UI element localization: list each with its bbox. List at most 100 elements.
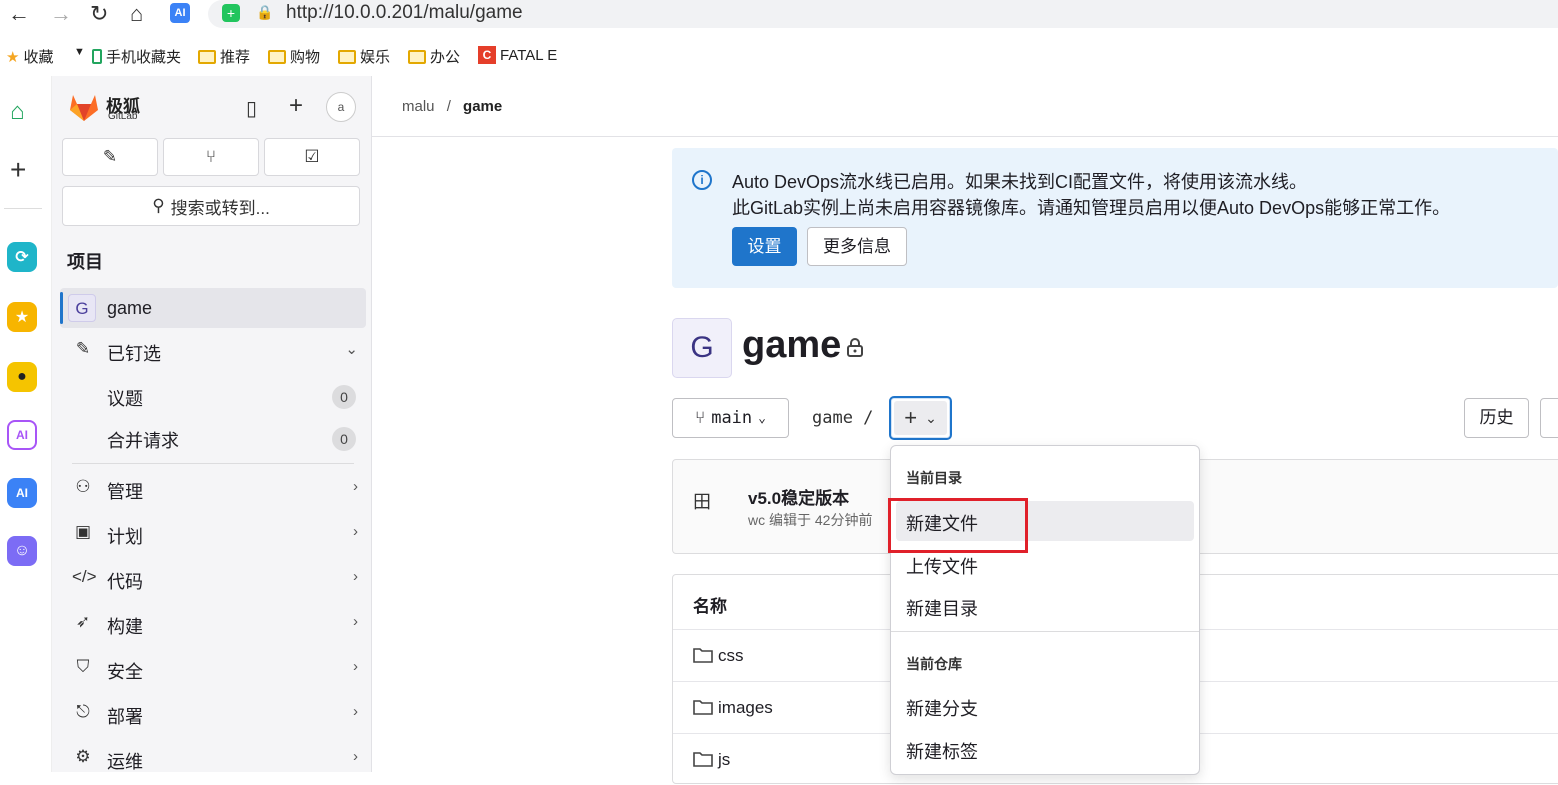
sidebar-item-label: 部署 [107, 707, 143, 727]
menu-item-new-directory[interactable]: 新建目录 [896, 586, 1194, 626]
todo-button[interactable]: ☑ [264, 138, 360, 176]
pin-icon: ✎ [75, 339, 91, 358]
sidebar-item-build[interactable]: ➶ 构建 › [60, 604, 366, 644]
find-file-button[interactable] [1540, 398, 1558, 438]
ai-assistant-icon[interactable]: AI [7, 478, 37, 508]
shield-icon: ⛉ [76, 657, 90, 676]
ai-extension-icon[interactable]: AI [170, 3, 190, 23]
gitlab-fox-logo[interactable] [68, 92, 100, 122]
menu-item-new-tag[interactable]: 新建标签 [896, 729, 1194, 769]
rocket-icon: ➶ [75, 612, 91, 631]
dropdown-divider [891, 631, 1199, 632]
home-icon[interactable]: ⌂ [130, 2, 143, 26]
sidebar-divider [72, 463, 354, 464]
user-avatar[interactable]: a [326, 92, 356, 122]
phone-icon [92, 49, 102, 64]
bookmark-recommend[interactable]: 推荐 [198, 46, 250, 67]
bookmark-mobile[interactable]: 手机收藏夹 [92, 46, 181, 67]
home-icon[interactable]: ⌂ [10, 98, 25, 126]
sidebar-item-label: 运维 [107, 752, 143, 772]
file-name[interactable]: images [718, 698, 773, 718]
rail-divider [4, 208, 42, 209]
bot-app-icon[interactable]: ☺ [7, 536, 37, 566]
project-avatar-large: G [672, 318, 732, 378]
sidebar-item-deploy[interactable]: ⎋ 部署 › [60, 694, 366, 734]
sidebar-item-label: 合并请求 [107, 431, 179, 451]
sidebar-item-issues[interactable]: 议题 0 [60, 376, 366, 416]
sidebar-item-pinned[interactable]: ✎ 已钉选 ⌄ [60, 331, 366, 371]
commit-title[interactable]: v5.0稳定版本 [748, 484, 849, 509]
chat-app-icon[interactable]: ● [7, 362, 37, 392]
chevron-down-icon: ⌄ [345, 341, 358, 358]
bookmark-entertainment[interactable]: 娱乐 [338, 46, 390, 67]
more-info-button[interactable]: 更多信息 [807, 227, 907, 266]
issues-icon: ✎ [102, 147, 118, 166]
sidebar-item-plan[interactable]: ▣ 计划 › [60, 514, 366, 554]
sidebar-item-label: 计划 [107, 527, 143, 547]
insecure-lock-icon[interactable]: 🔒 [256, 4, 273, 21]
add-to-tree-button[interactable]: + ⌄ [889, 396, 952, 440]
count-badge: 0 [332, 427, 356, 451]
project-name: game [107, 298, 153, 318]
star-icon: ★ [6, 48, 20, 66]
breadcrumb-parent[interactable]: malu [402, 98, 435, 115]
url-text[interactable]: http://10.0.0.201/malu/game [286, 2, 523, 24]
forward-icon[interactable]: → [50, 2, 72, 26]
sidebar-toggle-icon[interactable]: ▯ [246, 96, 257, 121]
sidebar-item-operate[interactable]: ⚙ 运维 › [60, 739, 366, 779]
bookmark-dropdown-icon[interactable]: ▼ [74, 46, 85, 58]
alert-message-line1: Auto DevOps流水线已启用。如果未找到CI配置文件，将使用该流水线。 [732, 172, 1308, 192]
count-badge: 0 [332, 385, 356, 409]
file-name[interactable]: css [718, 646, 744, 666]
bookmark-shopping[interactable]: 购物 [268, 46, 320, 67]
section-label: 项目 [67, 252, 103, 272]
history-button[interactable]: 历史 [1464, 398, 1529, 438]
cloud-gear-icon: ⚙ [75, 747, 91, 766]
chevron-right-icon: › [353, 478, 358, 495]
reload-icon[interactable]: ↻ [90, 2, 108, 26]
address-bar[interactable]: + 🔒 http://10.0.0.201/malu/game [208, 0, 1558, 28]
add-button-inner: + ⌄ [894, 401, 947, 435]
add-icon[interactable]: + [10, 154, 26, 186]
bookmark-fatal[interactable]: C FATAL E [478, 46, 557, 64]
bookmark-office[interactable]: 办公 [408, 46, 460, 67]
settings-button[interactable]: 设置 [732, 227, 797, 266]
breadcrumb-current[interactable]: game [463, 98, 502, 115]
commit-author-avatar[interactable]: 田 [693, 488, 723, 524]
chevron-right-icon: › [353, 703, 358, 720]
create-new-icon[interactable]: + [289, 92, 303, 120]
sidebar-item-manage[interactable]: ⚇ 管理 › [60, 469, 366, 509]
lock-icon [847, 338, 863, 357]
sidebar-item-project[interactable]: G game [60, 288, 366, 328]
search-button[interactable]: ⚲ 搜索或转到... [62, 186, 360, 226]
chevron-right-icon: › [353, 523, 358, 540]
commit-meta: wc 编辑于 42分钟前 [748, 512, 873, 528]
merge-requests-button[interactable]: ⑂ [163, 138, 259, 176]
breadcrumb: malu / game [402, 98, 502, 115]
annotation-highlight-box [888, 498, 1028, 553]
sidebar-item-label: 代码 [107, 572, 143, 592]
branch-selector[interactable]: ⑂ main ⌄ [672, 398, 789, 438]
dropdown-group-header-current-dir: 当前目录 [906, 470, 962, 486]
sidebar-item-label: 管理 [107, 482, 143, 502]
search-icon: ⚲ [152, 196, 165, 215]
menu-item-new-branch[interactable]: 新建分支 [896, 686, 1194, 726]
sidebar-item-code[interactable]: </> 代码 › [60, 559, 366, 599]
sidebar-item-security[interactable]: ⛉ 安全 › [60, 649, 366, 689]
info-icon: i [692, 170, 712, 190]
add-dropdown-menu: 当前目录 新建文件 上传文件 新建目录 当前仓库 新建分支 新建标签 [890, 445, 1200, 775]
back-icon[interactable]: ← [8, 2, 30, 26]
file-name[interactable]: js [718, 750, 730, 770]
star-app-icon[interactable]: ★ [7, 302, 37, 332]
branch-name: main [711, 408, 753, 428]
translate-app-icon[interactable]: ⟳ [7, 242, 37, 272]
page-title: game [742, 324, 842, 366]
folder-icon [693, 700, 713, 715]
sidebar-item-merge-requests[interactable]: 合并请求 0 [60, 418, 366, 458]
security-shield-icon[interactable]: + [222, 4, 240, 22]
issues-button[interactable]: ✎ [62, 138, 158, 176]
repo-path[interactable]: game / [812, 408, 873, 428]
sidebar-item-label: 已钉选 [107, 344, 161, 364]
ai-app-icon[interactable]: AI [7, 420, 37, 450]
bookmark-favorites[interactable]: ★ 收藏 [6, 46, 53, 67]
